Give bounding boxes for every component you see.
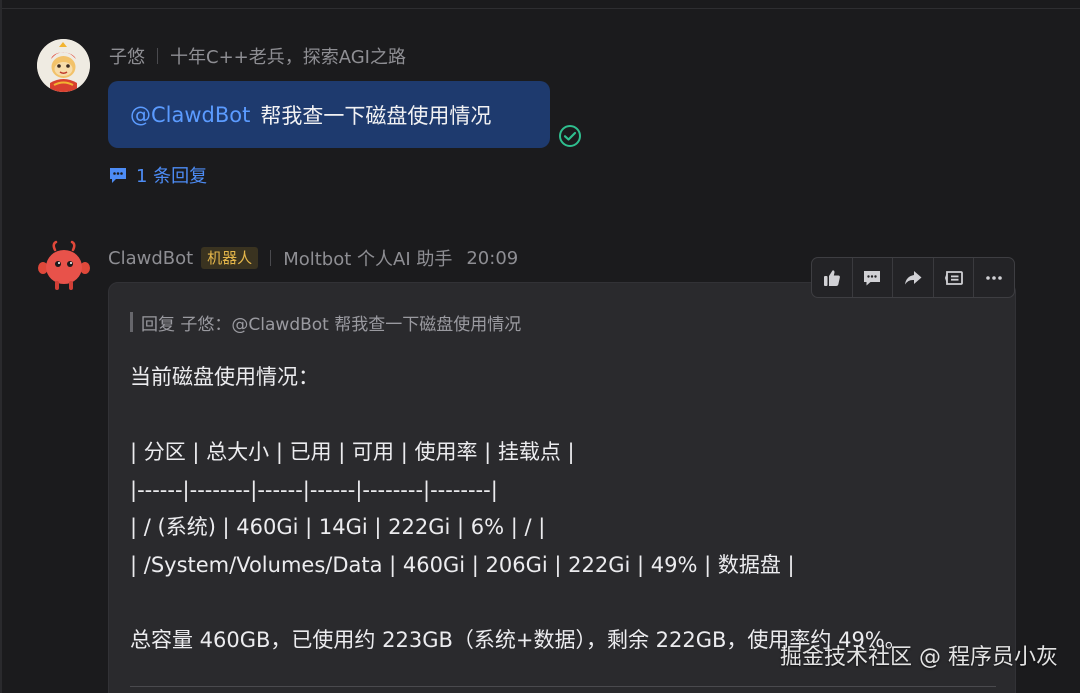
table-header-row: | 分区 | 总大小 | 已用 | 可用 | 使用率 | 挂载点 | [130, 440, 575, 464]
mention-link[interactable]: @ClawdBot [130, 103, 250, 127]
message-1-text: 帮我查一下磁盘使用情况 [260, 103, 492, 128]
message-2-meta: ClawdBot 机器人 Moltbot 个人AI 助手 20:09 [108, 246, 518, 270]
quote-bar [130, 312, 133, 332]
more-icon [986, 275, 1002, 280]
left-rail [0, 0, 2, 693]
quote-reply-button[interactable] [934, 258, 975, 297]
replies-label: 1 条回复 [136, 166, 208, 187]
comment-icon [864, 270, 881, 285]
table-row: | /System/Volumes/Data | 460Gi | 206Gi |… [130, 553, 795, 577]
quote-text: 回复 子悠：@ClawdBot 帮我查一下磁盘使用情况 [141, 314, 522, 335]
table-separator-row: |------|--------|------|------|--------|… [130, 478, 498, 502]
bot-badge: 机器人 [201, 247, 259, 269]
bot-avatar[interactable] [37, 240, 91, 294]
check-circle-icon [559, 125, 581, 147]
message-1-bubble[interactable]: @ClawdBot 帮我查一下磁盘使用情况 [108, 81, 550, 148]
author-name[interactable]: 子悠 [109, 43, 145, 69]
bot-name[interactable]: ClawdBot [108, 248, 193, 269]
reply-quote[interactable]: 回复 子悠：@ClawdBot 帮我查一下磁盘使用情况 [130, 310, 522, 335]
message-1-meta: 子悠 十年C++老兵，探索AGI之路 [109, 44, 406, 68]
card-divider [130, 686, 996, 687]
bot-description: Moltbot 个人AI 助手 [283, 249, 453, 270]
thumbs-up-icon [823, 269, 840, 286]
more-button[interactable] [974, 258, 1014, 297]
meta-separator [270, 250, 272, 266]
message-actions-toolbar [811, 257, 1015, 298]
author-signature: 十年C++老兵，探索AGI之路 [170, 47, 406, 68]
watermark: 掘金技术社区 @ 程序员小灰 [780, 645, 1058, 670]
top-divider [0, 8, 1080, 9]
chat-view: 子悠 十年C++老兵，探索AGI之路 @ClawdBot 帮我查一下磁盘使用情况… [0, 0, 1080, 693]
forward-button[interactable] [893, 258, 934, 297]
red-crab-bot-avatar-icon [38, 240, 90, 290]
table-row: | / (系统) | 460Gi | 14Gi | 222Gi | 6% | /… [130, 515, 546, 539]
reply-thread-icon [110, 168, 126, 183]
lion-dance-avatar-icon [37, 39, 90, 92]
like-button[interactable] [812, 258, 853, 297]
message-time: 20:09 [466, 247, 519, 269]
meta-separator [157, 48, 158, 64]
comment-button[interactable] [853, 258, 894, 297]
forward-icon [904, 270, 922, 284]
user-avatar[interactable] [37, 39, 90, 92]
replies-link[interactable]: 1 条回复 [108, 163, 207, 187]
body-heading: 当前磁盘使用情况： [130, 365, 319, 389]
quote-reply-icon [944, 270, 963, 285]
